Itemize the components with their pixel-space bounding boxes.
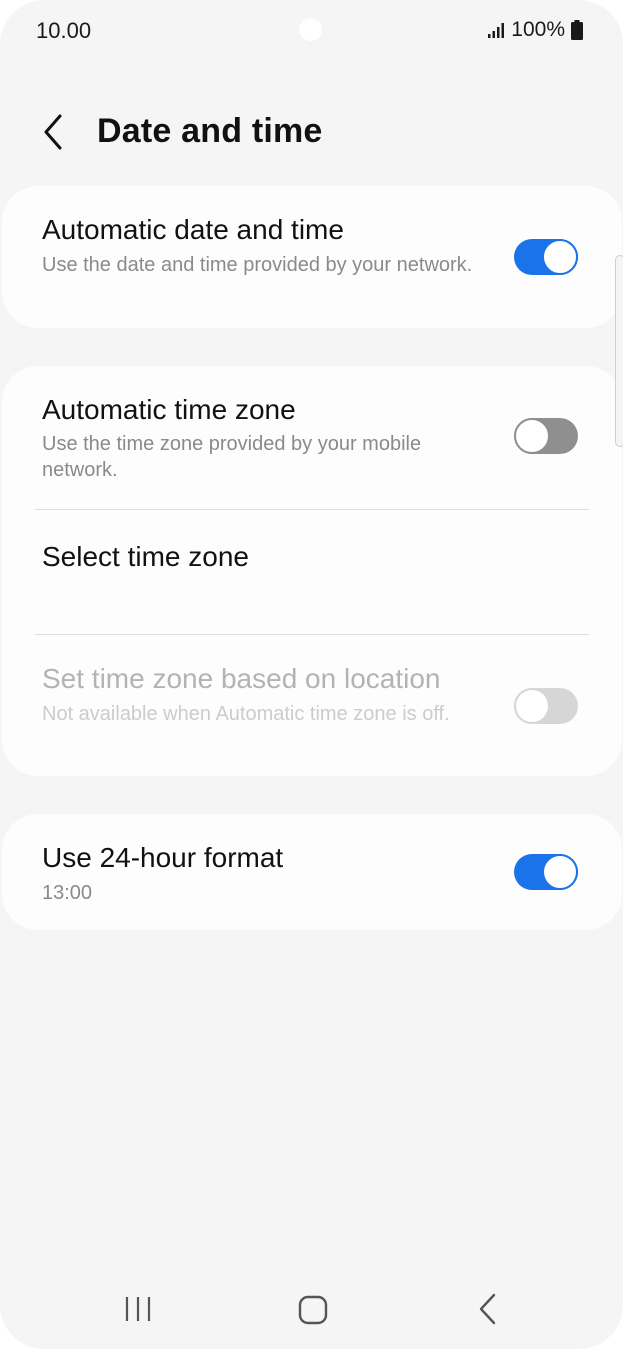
time-zone-location-row: Set time zone based on location Not avai…: [2, 635, 622, 776]
status-indicators: 100%: [487, 18, 583, 42]
status-time: 10.00: [36, 18, 92, 43]
time-zone-card: Automatic time zone Use the time zone pr…: [2, 366, 622, 776]
select-time-zone-title: Select time zone: [42, 541, 249, 572]
toggle-knob: [514, 688, 550, 724]
automatic-date-time-row[interactable]: Automatic date and time Use the date and…: [2, 186, 622, 328]
battery-percent: 100%: [511, 18, 565, 41]
time-zone-location-subtitle: Not available when Automatic time zone i…: [42, 703, 450, 725]
use-24-hour-toggle[interactable]: [514, 854, 578, 890]
automatic-date-time-card: Automatic date and time Use the date and…: [2, 186, 622, 328]
automatic-time-zone-toggle[interactable]: [514, 418, 578, 454]
toggle-knob: [514, 418, 550, 454]
automatic-time-zone-row[interactable]: Automatic time zone Use the time zone pr…: [2, 366, 622, 509]
page-header: Date and time: [0, 100, 623, 164]
time-zone-location-title: Set time zone based on location: [42, 663, 441, 694]
time-format-card: Use 24-hour format 13:00: [2, 814, 622, 930]
automatic-date-time-toggle[interactable]: [514, 239, 578, 275]
back-arrow-icon[interactable]: [36, 112, 72, 152]
toggle-knob: [542, 854, 578, 890]
camera-cutout: [299, 18, 322, 41]
signal-icon: [488, 23, 505, 38]
toggle-knob: [542, 239, 578, 275]
use-24-hour-row[interactable]: Use 24-hour format 13:00: [2, 814, 622, 930]
page-title: Date and time: [97, 112, 323, 150]
home-icon[interactable]: [297, 1294, 329, 1326]
use-24-hour-subtitle: 13:00: [42, 882, 93, 904]
battery-icon: [571, 20, 583, 40]
navigation-bar: [0, 1280, 623, 1340]
status-bar: 10.00 100%: [0, 0, 623, 62]
automatic-date-time-subtitle: Use the date and time provided by your n…: [42, 254, 473, 276]
use-24-hour-title: Use 24-hour format: [42, 842, 284, 873]
automatic-date-time-title: Automatic date and time: [42, 214, 344, 245]
recents-icon[interactable]: [122, 1294, 154, 1324]
time-zone-location-toggle: [514, 688, 578, 724]
automatic-time-zone-title: Automatic time zone: [42, 394, 296, 425]
automatic-time-zone-subtitle: Use the time zone provided by your mobil…: [42, 433, 422, 481]
phone-screen: 10.00 100% Date and time Automatic date …: [0, 0, 623, 1349]
nav-back-icon[interactable]: [474, 1292, 502, 1326]
select-time-zone-row[interactable]: Select time zone: [2, 510, 622, 634]
scrollbar[interactable]: [615, 255, 623, 447]
